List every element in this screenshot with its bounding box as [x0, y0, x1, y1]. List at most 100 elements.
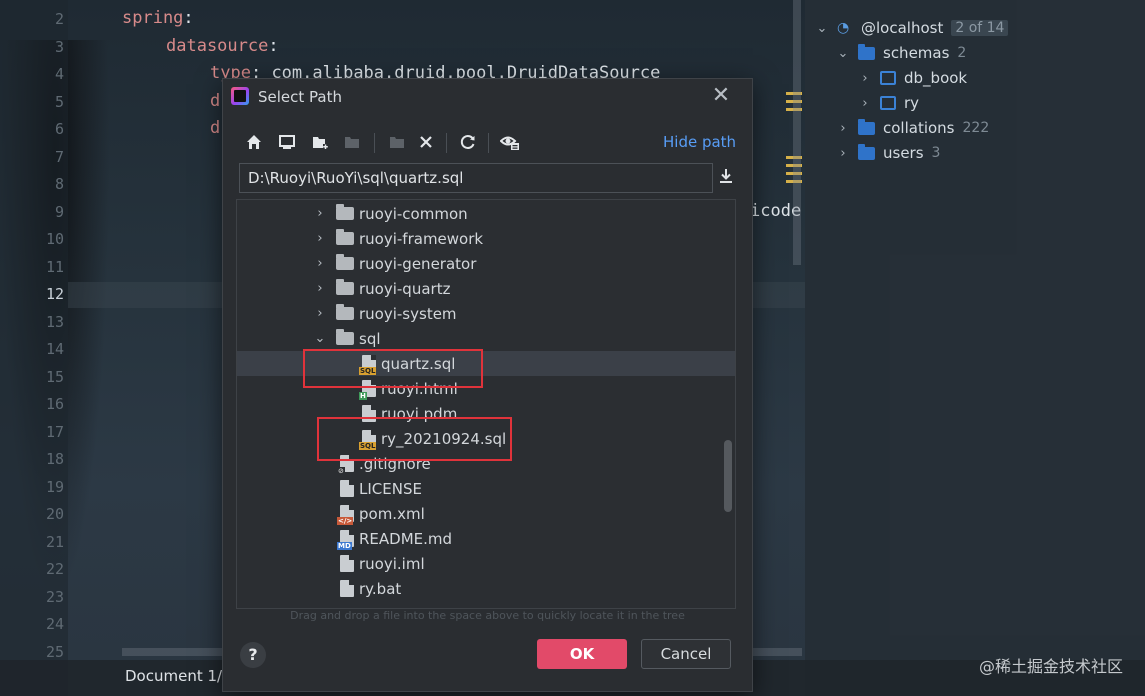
line-number: 17	[45, 423, 64, 441]
refresh-icon[interactable]	[455, 129, 481, 155]
chevron-down-icon[interactable]: ⌄	[836, 46, 850, 61]
tree-folder[interactable]: › ruoyi-quartz	[237, 276, 735, 301]
line-number: 14	[45, 340, 64, 358]
db-collations-node[interactable]: › collations 222	[836, 117, 989, 139]
module-icon[interactable]	[384, 129, 410, 155]
chevron-right-icon[interactable]: ›	[313, 231, 327, 246]
drag-drop-hint: Drag and drop a file into the space abov…	[290, 609, 685, 622]
tree-file-label: README.md	[359, 529, 453, 548]
line-number: 16	[45, 395, 64, 413]
ok-button[interactable]: OK	[537, 639, 627, 669]
db-schemas-node[interactable]: ⌄ schemas 2	[836, 42, 966, 64]
chevron-right-icon[interactable]: ›	[313, 281, 327, 296]
folder-icon	[858, 43, 875, 60]
chevron-down-icon[interactable]: ⌄	[313, 331, 327, 346]
close-icon[interactable]: ✕	[709, 84, 733, 108]
tree-file[interactable]: ruoyi.iml	[237, 551, 735, 576]
tree-file[interactable]: LICENSE	[237, 476, 735, 501]
db-collations-count: 222	[962, 120, 990, 136]
new-folder-icon[interactable]	[307, 129, 333, 155]
db-host-badge: 2 of 14	[951, 20, 1009, 36]
chevron-right-icon[interactable]: ›	[313, 206, 327, 221]
tree-file-label: LICENSE	[359, 479, 422, 498]
line-number: 9	[54, 203, 64, 221]
line-number: 25	[45, 643, 64, 661]
tree-scrollbar[interactable]	[724, 440, 732, 512]
folder-icon	[858, 118, 875, 135]
show-hidden-icon[interactable]	[497, 129, 523, 155]
help-button[interactable]: ?	[240, 642, 266, 668]
db-collations-label: collations	[883, 119, 955, 137]
tree-folder[interactable]: › ruoyi-generator	[237, 251, 735, 276]
line-number: 6	[54, 120, 64, 138]
tree-folder[interactable]: › ruoyi-system	[237, 301, 735, 326]
folder-icon	[336, 229, 354, 245]
status-document: Document 1/	[125, 667, 223, 685]
project-icon[interactable]	[339, 129, 365, 155]
line-number: 2	[54, 10, 64, 28]
highlight-box	[303, 349, 483, 388]
download-icon[interactable]	[715, 167, 737, 189]
line-number: 13	[45, 313, 64, 331]
schema-icon	[880, 71, 896, 85]
chevron-right-icon[interactable]: ›	[858, 71, 872, 86]
tree-file[interactable]: </> pom.xml	[237, 501, 735, 526]
home-icon[interactable]	[241, 129, 267, 155]
db-users-label: users	[883, 144, 924, 162]
line-number: 19	[45, 478, 64, 496]
tree-file-label: ry.bat	[359, 579, 402, 598]
code-line-fragment: d	[210, 118, 221, 138]
db-schema-label: ry	[904, 94, 920, 112]
select-path-dialog: Select Path ✕ Hide path D:\Ruoyi\RuoYi\s…	[222, 78, 753, 692]
delete-icon[interactable]	[413, 129, 439, 155]
db-host-node[interactable]: ⌄ ◔ @localhost 2 of 14	[815, 17, 1009, 39]
tree-folder-label: ruoyi-system	[359, 304, 457, 323]
chevron-right-icon[interactable]: ›	[313, 306, 327, 321]
tree-folder-sql[interactable]: ⌄ sql	[237, 326, 735, 351]
file-tree[interactable]: › ruoyi-common › ruoyi-framework › ruoyi…	[236, 199, 736, 609]
line-number: 20	[45, 505, 64, 523]
xml-file-icon: </>	[337, 505, 354, 525]
line-number: 18	[45, 450, 64, 468]
code-line-fragment: d	[210, 91, 221, 111]
desktop-icon[interactable]	[274, 129, 300, 155]
chevron-right-icon[interactable]: ›	[836, 146, 850, 161]
chevron-right-icon[interactable]: ›	[858, 96, 872, 111]
line-number: 8	[54, 175, 64, 193]
line-number: 11	[45, 258, 64, 276]
tree-folder-label: ruoyi-framework	[359, 229, 484, 248]
folder-icon	[336, 329, 354, 345]
database-panel	[805, 0, 1145, 696]
tree-folder[interactable]: › ruoyi-framework	[237, 226, 735, 251]
db-schema-item[interactable]: › db_book	[858, 67, 967, 89]
tree-file[interactable]: MD README.md	[237, 526, 735, 551]
line-number: 21	[45, 533, 64, 551]
dialog-title: Select Path	[258, 88, 342, 106]
line-number: 10	[45, 230, 64, 248]
tree-folder[interactable]: › ruoyi-common	[237, 201, 735, 226]
chevron-down-icon[interactable]: ⌄	[815, 21, 829, 36]
folder-icon	[336, 254, 354, 270]
cancel-button[interactable]: Cancel	[641, 639, 731, 669]
intellij-logo-icon	[231, 87, 249, 105]
db-users-node[interactable]: › users 3	[836, 142, 940, 164]
markdown-file-icon: MD	[337, 530, 354, 550]
toolbar-separator	[446, 133, 447, 153]
dialog-toolbar	[241, 129, 721, 157]
text-file-icon	[340, 480, 354, 497]
line-number: 23	[45, 588, 64, 606]
folder-icon	[336, 204, 354, 220]
db-schema-item[interactable]: › ry	[858, 92, 919, 114]
line-number: 3	[54, 38, 64, 56]
chevron-right-icon[interactable]: ›	[313, 256, 327, 271]
db-schema-label: db_book	[904, 69, 968, 87]
chevron-right-icon[interactable]: ›	[836, 121, 850, 136]
highlight-box	[317, 417, 512, 461]
path-input[interactable]	[239, 163, 713, 193]
line-number-active: 12	[45, 285, 64, 303]
tree-file[interactable]: ry.bat	[237, 576, 735, 601]
editor-vertical-scrollbar[interactable]	[793, 0, 801, 265]
hide-path-link[interactable]: Hide path	[663, 133, 736, 151]
line-number: 24	[45, 615, 64, 633]
line-number: 15	[45, 368, 64, 386]
